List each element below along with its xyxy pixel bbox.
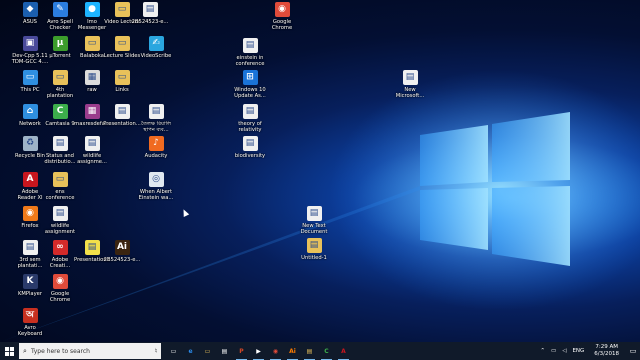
desktop-icon-label: ens conference	[45, 189, 75, 201]
desktop-icon-label: wildlife assignme...	[77, 153, 107, 165]
clock-time: 7:29 AM	[595, 344, 618, 350]
desktop-icon-label: einstein in conference	[235, 55, 265, 67]
start-button[interactable]	[0, 342, 18, 360]
taskbar-app[interactable]: ▭	[165, 342, 182, 360]
media-player-icon: ▶	[256, 347, 261, 355]
desktop-icon-label: New Text Document	[300, 223, 328, 235]
microphone-icon[interactable]: ♮	[151, 347, 161, 355]
desktop-icon-label: Windows 10 Update As...	[234, 87, 266, 99]
document-icon: ▤	[142, 2, 158, 17]
taskbar-app[interactable]: P	[233, 342, 250, 360]
desktop-icon[interactable]: Ai 2B524523-e...	[92, 240, 152, 284]
clock[interactable]: 7:29 AM 6/3/2018	[587, 344, 626, 358]
search-placeholder: Type here to search	[31, 347, 90, 355]
desktop-icon-label: theory of relativity	[238, 121, 262, 133]
desktop-icon[interactable]: ▤ New Microsoft...	[380, 70, 440, 114]
desktop-icon-label: 2B524523-e...	[131, 19, 169, 25]
media-file-icon: ◎	[148, 172, 164, 187]
network-tray-icon[interactable]: ▭	[548, 348, 559, 354]
document-icon: ▤	[242, 38, 258, 53]
taskbar-app[interactable]: ▶	[250, 342, 267, 360]
desktop-icon[interactable]: ▤ biodiversity	[220, 136, 280, 180]
audacity-icon: ♪	[148, 136, 164, 151]
desktop-icon-label: Avro Keyboard	[17, 325, 43, 337]
document-icon: ▤	[306, 238, 322, 253]
taskbar: ⌕ Type here to search ♮ ▭ e ▭ ▤ P ▶ ◉ Ai ▤ C A ⌃ ▭…	[0, 342, 640, 360]
desktop-icon-label: When Albert Einstein wa...	[138, 189, 174, 201]
desktop-icon-label: wildlife assignment	[44, 223, 76, 235]
task-view-icon: ▭	[170, 347, 177, 355]
taskbar-app[interactable]: ▤	[216, 342, 233, 360]
desktop-icon-label: Links	[115, 87, 129, 93]
desktop-icon-label: Audacity	[144, 153, 168, 159]
search-icon: ⌕	[23, 346, 27, 355]
desktop-icon-label: biodiversity	[234, 153, 266, 159]
chrome-icon: ◉	[274, 2, 290, 17]
camtasia-icon: C	[324, 347, 329, 355]
store-icon: ▤	[221, 347, 228, 355]
taskbar-app[interactable]: Ai	[284, 342, 301, 360]
document-icon: ▤	[148, 104, 164, 119]
taskbar-app[interactable]: C	[318, 342, 335, 360]
system-tray: ⌃ ▭ ◁ ENG 7:29 AM 6/3/2018 ▭	[537, 342, 640, 360]
taskbar-app[interactable]: ▭	[199, 342, 216, 360]
document-icon: ▤	[84, 136, 100, 151]
desktop-icon-label: New Microsoft...	[395, 87, 425, 99]
desktop-icon-label: Google Chrome	[49, 291, 71, 303]
illustrator-icon: Ai	[114, 240, 130, 255]
edge-icon: e	[188, 347, 193, 355]
document-icon: ▤	[52, 206, 68, 221]
taskbar-app[interactable]: A	[335, 342, 352, 360]
taskbar-app[interactable]: e	[182, 342, 199, 360]
adobe-reader-icon: A	[341, 347, 346, 355]
search-box[interactable]: ⌕ Type here to search ♮	[19, 343, 161, 359]
taskbar-app[interactable]: ◉	[267, 342, 284, 360]
language-indicator[interactable]: ENG	[569, 348, 587, 354]
volume-icon[interactable]: ◁	[559, 348, 569, 354]
text-document-icon: ▤	[306, 206, 322, 221]
word-document-icon: ▤	[402, 70, 418, 85]
desktop-icon-label: Untitled-1	[301, 255, 327, 261]
taskbar-pinned-apps: ▭ e ▭ ▤ P ▶ ◉ Ai ▤ C A	[165, 342, 352, 360]
chrome-icon: ◉	[272, 347, 279, 355]
desktop-icon[interactable]: ◎ When Albert Einstein wa...	[126, 172, 186, 216]
clock-date: 6/3/2018	[594, 351, 619, 357]
notification-center-icon[interactable]: ▭	[626, 342, 640, 360]
desktop-icon-label: Google Chrome	[271, 19, 293, 31]
folder-icon: ▭	[52, 172, 68, 187]
desktop-icon-label: 2B524523-e...	[103, 257, 141, 263]
desktop-icon[interactable]: ▤ Untitled-1	[284, 238, 344, 282]
desktop-icon-label: VideoScribe	[140, 53, 172, 59]
illustrator-icon: Ai	[289, 347, 296, 355]
powerpoint-icon: P	[239, 347, 244, 355]
file-explorer-icon: ▭	[204, 347, 211, 355]
document-icon: ▤	[306, 347, 313, 355]
windows-update-icon: ⊞	[242, 70, 258, 85]
avro-keyboard-icon: অ	[22, 308, 38, 323]
windows-logo-icon	[4, 346, 14, 356]
desktop-icon-label: তৈলক্ষ রিয়ালি স্থাপন ব্যব...	[141, 121, 171, 133]
tray-chevron-icon[interactable]: ⌃	[537, 348, 548, 354]
document-icon: ▤	[242, 104, 258, 119]
folder-icon: ▭	[114, 70, 130, 85]
document-icon: ▤	[242, 136, 258, 151]
chrome-icon: ◉	[52, 274, 68, 289]
videoscribe-icon: ✍	[148, 36, 164, 51]
taskbar-app[interactable]: ▤	[301, 342, 318, 360]
